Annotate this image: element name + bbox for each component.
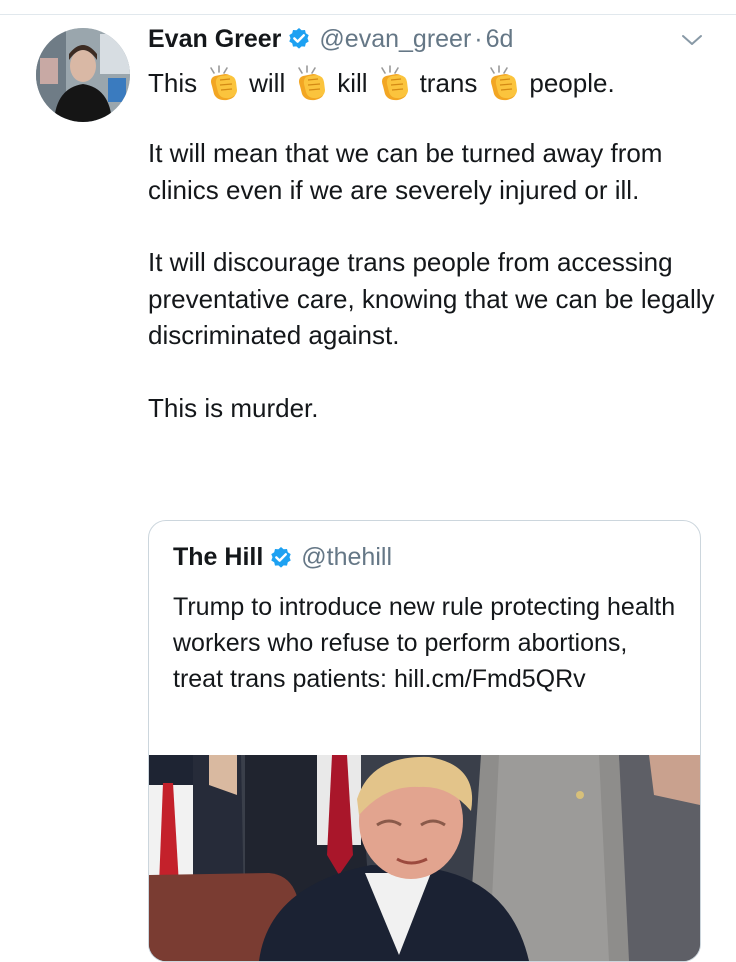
tweet-paragraph: This is murder. <box>148 392 319 423</box>
avatar-photo <box>36 28 130 122</box>
quoted-tweet-text: Trump to introduce new rule protecting h… <box>173 593 676 693</box>
author-handle[interactable]: @evan_greer <box>319 25 471 54</box>
tweet-first-line: This will kill trans people. <box>148 64 718 102</box>
tweet-paragraph: It will discourage trans people from acc… <box>148 247 715 350</box>
quoted-author-handle[interactable]: @thehill <box>301 543 392 572</box>
tweet-paragraph: It will mean that we can be turned away … <box>148 138 663 205</box>
clapping-hands-emoji <box>380 65 408 101</box>
tweet-timestamp[interactable]: 6d <box>486 25 514 54</box>
clapping-hands-emoji <box>210 65 238 101</box>
word: will <box>249 67 286 98</box>
tweet-header: Evan Greer @evan_greer · 6d <box>148 22 513 56</box>
verified-badge-icon <box>289 28 310 49</box>
quoted-author-name[interactable]: The Hill <box>173 543 263 572</box>
tweet-text: This will kill trans people. It will mea… <box>148 64 718 426</box>
quoted-tweet-card[interactable]: The Hill @thehill Trump to introduce new… <box>148 520 701 962</box>
word: kill <box>337 67 368 98</box>
word: This <box>148 67 198 98</box>
verified-badge-icon <box>271 546 291 568</box>
avatar[interactable] <box>36 28 130 122</box>
quoted-tweet-header: The Hill @thehill <box>173 543 392 572</box>
clapping-hands-emoji <box>490 65 518 101</box>
author-name[interactable]: Evan Greer <box>148 25 281 54</box>
chevron-down-icon[interactable] <box>680 30 704 50</box>
top-divider <box>0 14 736 15</box>
separator-dot: · <box>474 24 483 53</box>
word: trans <box>419 67 478 98</box>
word: people. <box>529 67 615 98</box>
clapping-hands-emoji <box>298 65 326 101</box>
quoted-tweet-photo[interactable] <box>149 755 700 961</box>
